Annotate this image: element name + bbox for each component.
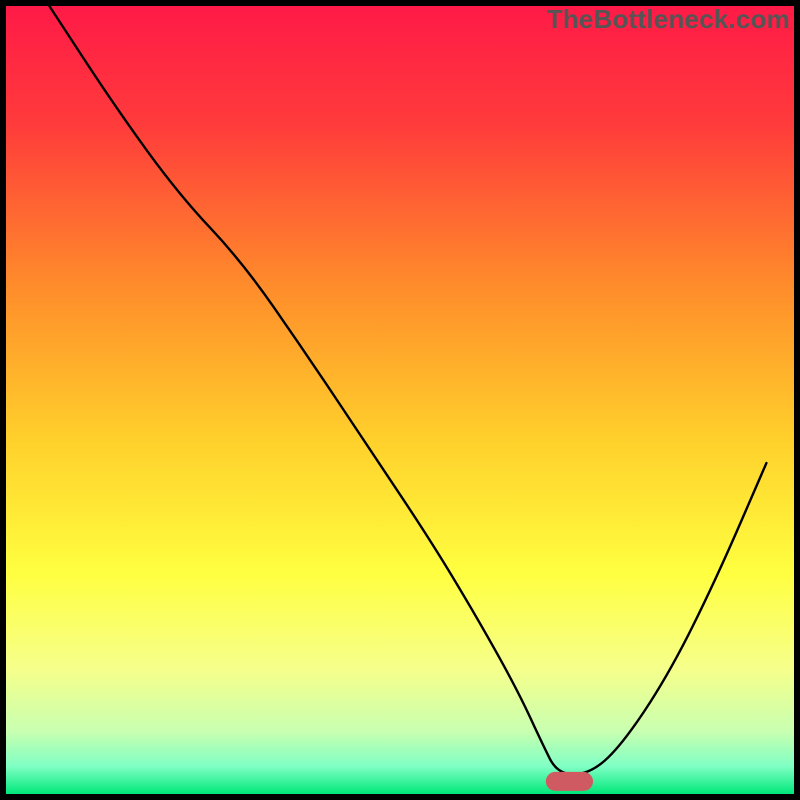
gradient-background xyxy=(6,6,794,794)
bottleneck-chart xyxy=(0,0,800,800)
optimal-range-marker xyxy=(546,772,593,791)
chart-container: TheBottleneck.com xyxy=(0,0,800,800)
watermark-text: TheBottleneck.com xyxy=(547,4,790,35)
